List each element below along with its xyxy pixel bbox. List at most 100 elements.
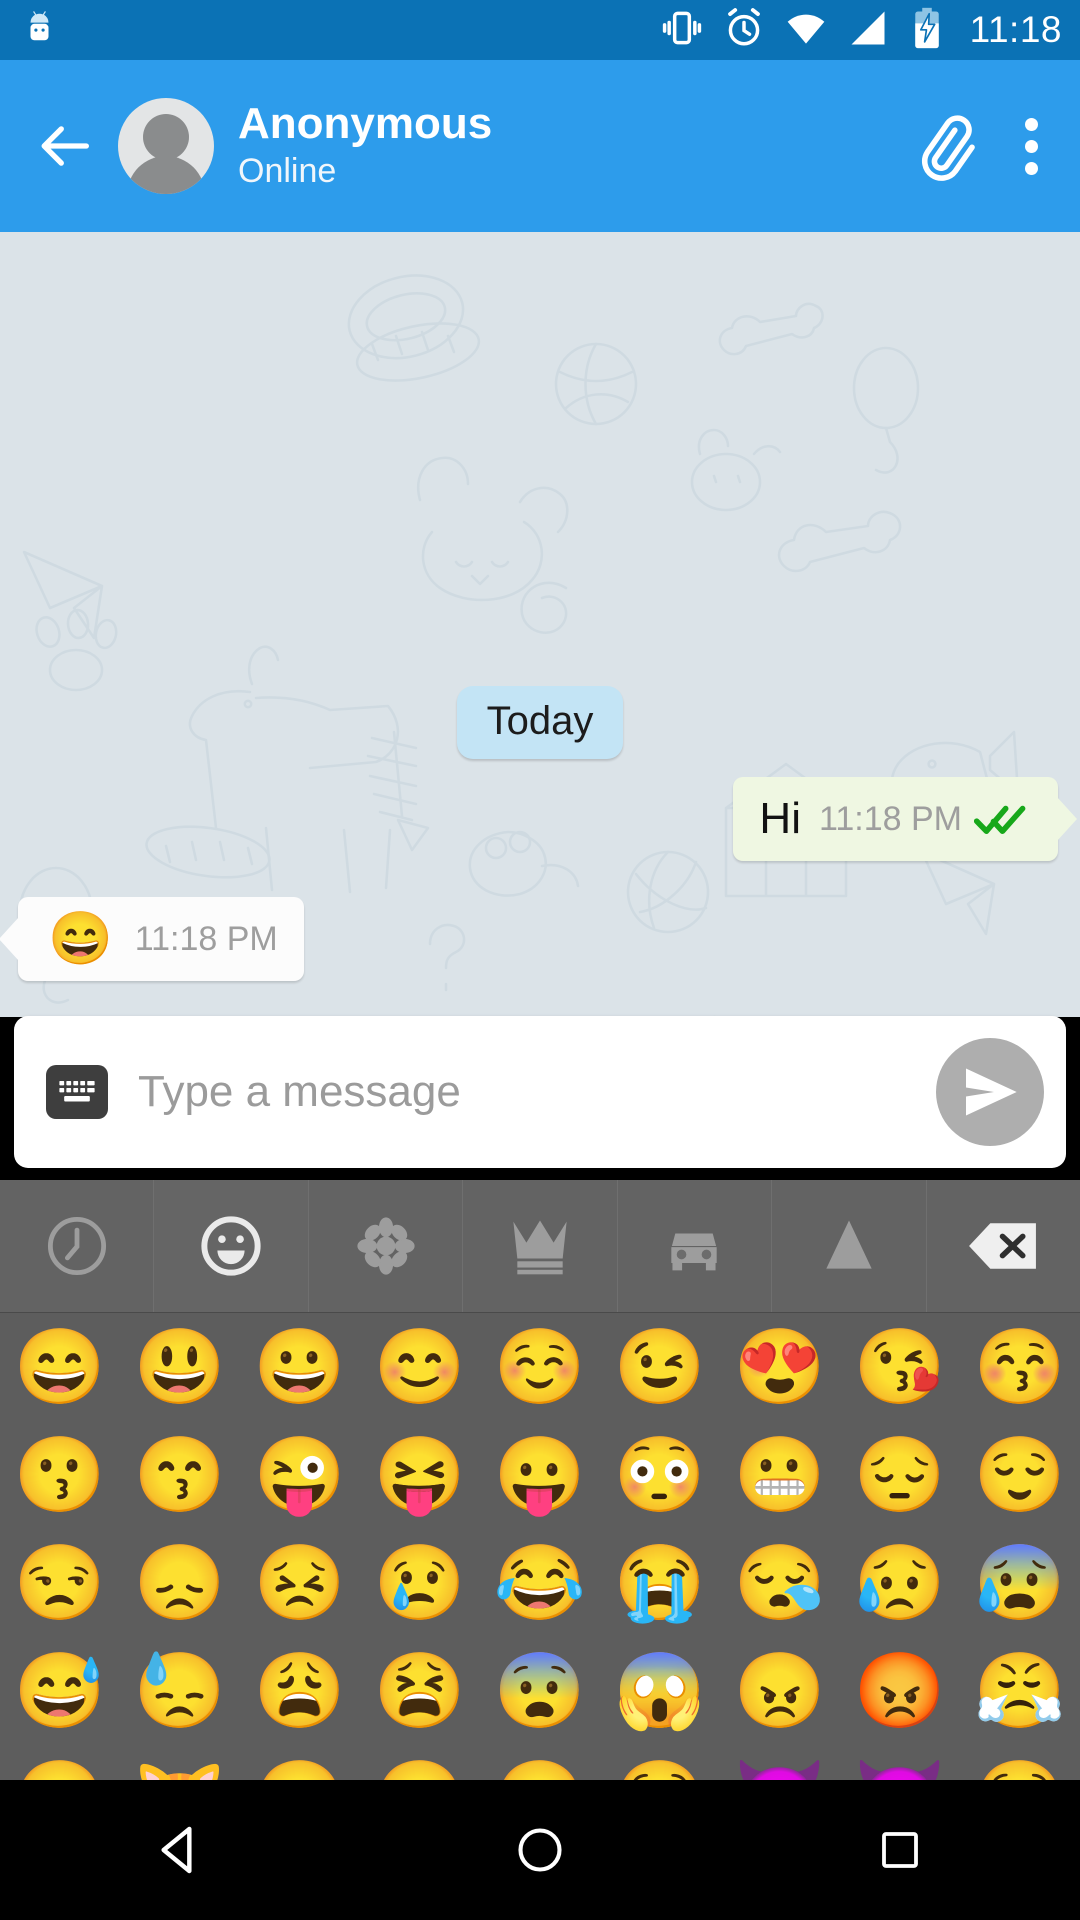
arrow-left-icon — [41, 126, 89, 166]
kebab-dot — [1024, 117, 1038, 131]
emoji-cell[interactable]: 😚 — [960, 1313, 1080, 1421]
emoji-cell[interactable]: ☺️ — [480, 1313, 600, 1421]
status-bar-clock: 11:18 — [969, 9, 1062, 50]
avatar-body — [127, 156, 205, 194]
battery-charging-icon — [908, 6, 946, 55]
vibrate-icon — [660, 6, 704, 55]
emoji-cell[interactable]: 😊 — [360, 1313, 480, 1421]
emoji-cell[interactable]: 😌 — [960, 1421, 1080, 1529]
flower-icon — [356, 1217, 415, 1275]
emoji-cell[interactable]: 😰 — [960, 1529, 1080, 1637]
nav-recents-square-icon — [882, 1832, 918, 1868]
message-bubble-outgoing[interactable]: Hi 11:18 PM — [733, 777, 1058, 861]
wifi-icon — [784, 6, 828, 55]
contact-name: Anonymous — [238, 99, 493, 149]
paperclip-icon — [921, 115, 975, 181]
emoji-cell[interactable]: 😪 — [720, 1529, 840, 1637]
send-button[interactable] — [936, 1038, 1044, 1146]
emoji-cell[interactable]: 😒 — [0, 1529, 120, 1637]
emoji-cell[interactable]: 😣 — [240, 1529, 360, 1637]
emoji-cell[interactable]: 😛 — [480, 1421, 600, 1529]
message-emoji: 😄 — [48, 910, 113, 968]
message-input-bar: Type a message — [14, 1016, 1066, 1168]
emoji-tab-smileys[interactable] — [154, 1180, 309, 1312]
message-row-incoming[interactable]: 😄 11:18 PM — [18, 897, 304, 981]
status-bar: 11:18 — [0, 0, 1080, 60]
emoji-cell[interactable]: 😍 — [720, 1313, 840, 1421]
nav-recents-button[interactable] — [820, 1780, 980, 1920]
message-timestamp: 11:18 PM — [818, 799, 962, 838]
read-receipt-double-check-icon — [974, 799, 1028, 839]
nav-back-triangle-icon — [161, 1826, 192, 1874]
nav-home-button[interactable] — [460, 1780, 620, 1920]
emoji-cell[interactable]: 😢 — [360, 1529, 480, 1637]
emoji-cell[interactable]: 😉 — [600, 1313, 720, 1421]
emoji-cell[interactable]: 😅 — [0, 1637, 120, 1745]
contact-header[interactable]: Anonymous Online — [238, 99, 492, 193]
message-timestamp: 11:18 PM — [134, 919, 278, 958]
message-text: Hi — [759, 794, 801, 843]
send-icon — [966, 1068, 1017, 1116]
date-badge: Today — [456, 686, 624, 759]
avatar[interactable] — [118, 98, 214, 194]
emoji-cell[interactable]: 😃 — [120, 1313, 240, 1421]
emoji-cell[interactable]: 😔 — [840, 1421, 960, 1529]
keyboard-icon[interactable] — [46, 1065, 108, 1119]
avatar-head — [143, 114, 189, 160]
emoji-cell[interactable]: 😀 — [240, 1313, 360, 1421]
emoji-cell[interactable]: 😤 — [960, 1637, 1080, 1745]
emoji-cell[interactable]: 😩 — [240, 1637, 360, 1745]
emoji-cell[interactable]: 😄 — [0, 1313, 120, 1421]
alarm-clock-icon — [722, 6, 766, 55]
emoji-cell[interactable]: 😙 — [120, 1421, 240, 1529]
smiley-icon — [201, 1216, 261, 1276]
status-bar-notifications — [26, 10, 62, 51]
attach-button[interactable] — [906, 103, 982, 189]
android-robot-icon — [26, 10, 62, 51]
chat-area[interactable]: Today Hi 11:18 PM 😄 11:18 PM — [0, 232, 1080, 1017]
emoji-cell[interactable]: 😂 — [480, 1529, 600, 1637]
emoji-cell[interactable]: 😫 — [360, 1637, 480, 1745]
emoji-category-tabs — [0, 1180, 1080, 1313]
emoji-backspace-button[interactable] — [927, 1180, 1080, 1312]
emoji-cell[interactable]: 😥 — [840, 1529, 960, 1637]
emoji-cell[interactable]: 😞 — [120, 1529, 240, 1637]
car-icon — [671, 1233, 718, 1271]
nav-back-button[interactable] — [100, 1780, 260, 1920]
emoji-cell[interactable]: 😱 — [600, 1637, 720, 1745]
emoji-grid[interactable]: 😄 😃 😀 😊 ☺️ 😉 😍 😘 😚 😗 😙 😜 😝 😛 😳 😬 😔 😌 😒 😞… — [0, 1313, 1080, 1853]
message-bubble-incoming[interactable]: 😄 11:18 PM — [18, 897, 304, 981]
cellular-signal-icon — [846, 6, 890, 55]
emoji-cell[interactable]: 😓 — [120, 1637, 240, 1745]
emoji-cell[interactable]: 😘 — [840, 1313, 960, 1421]
message-input-field[interactable]: Type a message — [138, 1067, 936, 1117]
emoji-cell[interactable]: 😬 — [720, 1421, 840, 1529]
clock-icon — [47, 1216, 106, 1276]
emoji-tab-travel[interactable] — [618, 1180, 773, 1312]
app-bar: Anonymous Online — [0, 60, 1080, 232]
emoji-tab-symbols[interactable] — [772, 1180, 927, 1312]
message-row-outgoing[interactable]: Hi 11:18 PM — [733, 777, 1058, 861]
emoji-cell[interactable]: 😳 — [600, 1421, 720, 1529]
contact-status: Online — [238, 152, 337, 191]
emoji-cell[interactable]: 😝 — [360, 1421, 480, 1529]
emoji-cell[interactable]: 😡 — [840, 1637, 960, 1745]
emoji-cell[interactable]: 😗 — [0, 1421, 120, 1529]
emoji-tab-recent[interactable] — [0, 1180, 155, 1312]
date-separator-row: Today — [0, 686, 1080, 759]
triangle-icon — [826, 1220, 872, 1269]
emoji-cell[interactable]: 😜 — [240, 1421, 360, 1529]
emoji-cell[interactable]: 😭 — [600, 1529, 720, 1637]
emoji-tab-objects[interactable] — [463, 1180, 618, 1312]
app-bar-actions — [906, 103, 1054, 189]
back-button[interactable] — [26, 107, 104, 185]
emoji-cell[interactable]: 😠 — [720, 1637, 840, 1745]
emoji-cell[interactable]: 😨 — [480, 1637, 600, 1745]
status-bar-system-icons: 11:18 — [660, 6, 1062, 55]
emoji-tab-nature[interactable] — [309, 1180, 464, 1312]
emoji-panel: 😄 😃 😀 😊 ☺️ 😉 😍 😘 😚 😗 😙 😜 😝 😛 😳 😬 😔 😌 😒 😞… — [0, 1180, 1080, 1836]
crown-icon — [513, 1220, 567, 1275]
overflow-menu-button[interactable] — [1008, 103, 1054, 189]
backspace-icon — [969, 1223, 1037, 1269]
kebab-dot — [1024, 139, 1038, 153]
